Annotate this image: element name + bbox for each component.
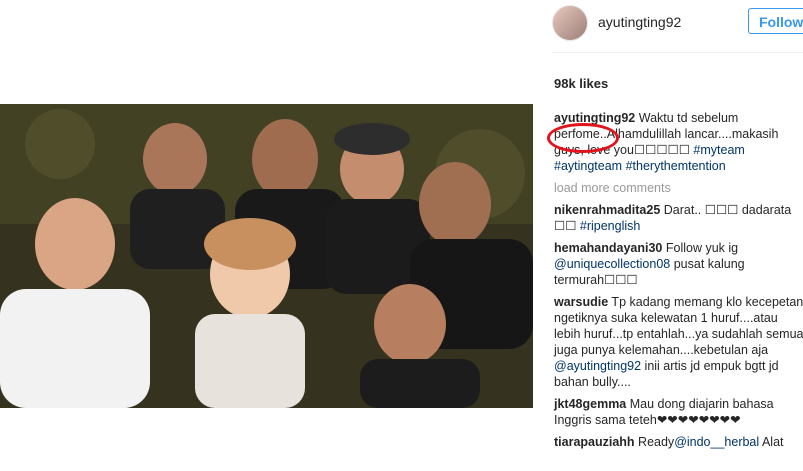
comment-username[interactable]: nikenrahmadita25	[554, 203, 660, 217]
comment-username[interactable]: tiarapauziahh	[554, 435, 635, 449]
comment-username[interactable]: warsudie	[554, 295, 608, 309]
hashtag-link[interactable]: #aytingteam	[554, 159, 622, 173]
hashtag-link[interactable]: #therythemtention	[626, 159, 726, 173]
hashtag-link[interactable]: #ripenglish	[580, 219, 640, 233]
post-sidebar: ayutingting92 Follow 98k likes ayutingti…	[533, 0, 803, 471]
post-author-username[interactable]: ayutingting92	[598, 14, 681, 30]
mention-link[interactable]: @indo__herbal	[674, 435, 759, 449]
comment-text: Follow yuk ig	[662, 241, 739, 255]
comment-item: hemahandayani30 Follow yuk ig @uniquecol…	[554, 240, 803, 288]
comment-item: nikenrahmadita25 Darat.. ☐☐☐ dadarata ☐☐…	[554, 202, 803, 234]
group-selfie-illustration	[0, 104, 533, 408]
comment-item: tiarapauziahh Ready@indo__herbal Alat	[554, 434, 803, 450]
comment-item: warsudie Tp kadang memang klo kecepetan …	[554, 294, 803, 390]
profile-avatar[interactable]	[552, 5, 588, 41]
load-more-comments-link[interactable]: load more comments	[554, 180, 803, 196]
red-ellipse-annotation	[547, 123, 619, 153]
mention-link[interactable]: @ayutingting92	[554, 359, 641, 373]
mention-link[interactable]: @uniquecollection08	[554, 257, 670, 271]
comment-username[interactable]: jkt48gemma	[554, 397, 626, 411]
comment-text: Ready	[634, 435, 675, 449]
likes-count[interactable]: 98k likes	[554, 76, 608, 91]
hashtag-link[interactable]: #myteam	[693, 143, 744, 157]
comment-username[interactable]: hemahandayani30	[554, 241, 662, 255]
header-divider	[552, 52, 803, 53]
post-photo[interactable]	[0, 104, 533, 408]
comment-text: Alat	[759, 435, 784, 449]
comment-item: jkt48gemma Mau dong diajarin bahasa Ingg…	[554, 396, 803, 428]
follow-button[interactable]: Follow	[748, 8, 803, 34]
comments-section: ayutingting92 Waktu td sebelum perfome..…	[554, 110, 803, 456]
